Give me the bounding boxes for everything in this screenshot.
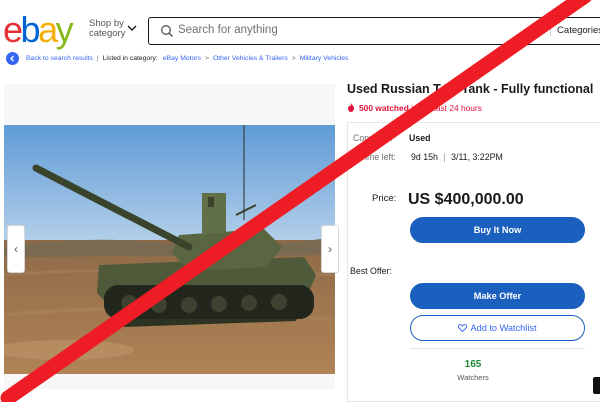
flame-icon bbox=[348, 103, 354, 112]
logo-letter-y: y bbox=[55, 9, 74, 50]
shop-by-line2: category bbox=[89, 28, 126, 39]
watchers-label: Watchers bbox=[457, 373, 489, 382]
back-arrow-icon[interactable] bbox=[6, 51, 19, 65]
time-left-label: Time left: bbox=[360, 152, 396, 162]
breadcrumb-chevron: > bbox=[291, 54, 296, 62]
condition-label: Condition: bbox=[353, 133, 393, 143]
breadcrumb-item-military-vehicles[interactable]: Military Vehicles bbox=[300, 55, 349, 62]
time-left-end: 3/11, 3:22PM bbox=[451, 152, 503, 162]
watch-count-text: 500 watched bbox=[359, 103, 409, 113]
watch-alert: 500 watched in the last 24 hours bbox=[347, 103, 482, 113]
time-left-separator: | bbox=[443, 152, 446, 162]
watch-period-text: in the last 24 hours bbox=[411, 103, 482, 113]
breadcrumb-chevron: > bbox=[204, 54, 209, 62]
logo-letter-a: a bbox=[38, 9, 58, 50]
panel-divider bbox=[410, 348, 585, 349]
time-left-value: 9d 15h | 3/11, 3:22PM bbox=[411, 152, 503, 162]
watchers-count: 165 bbox=[464, 359, 482, 370]
ebay-logo[interactable]: ebay bbox=[3, 9, 74, 50]
logo-letter-e: e bbox=[3, 9, 23, 50]
back-to-search-link[interactable]: Back to search results bbox=[26, 55, 93, 62]
time-left-duration: 9d 15h bbox=[411, 152, 438, 162]
image-gallery: ‹ › bbox=[4, 84, 339, 389]
image-next-button[interactable]: › bbox=[321, 225, 339, 273]
buy-it-now-button[interactable]: Buy It Now bbox=[410, 217, 585, 243]
condition-value: Used bbox=[409, 133, 431, 143]
logo-letter-b: b bbox=[20, 9, 41, 50]
listing-title: Used Russian T-72 Tank - Fully functiona… bbox=[347, 82, 594, 96]
breadcrumb-item-ebay-motors[interactable]: eBay Motors bbox=[163, 55, 201, 62]
add-to-watchlist-label: Add to Watchlist bbox=[470, 323, 537, 333]
price-label: Price: bbox=[372, 193, 397, 204]
price-value: US $400,000.00 bbox=[408, 191, 524, 208]
add-to-watchlist-button[interactable]: Add to Watchlist bbox=[410, 315, 585, 341]
listed-in-label: Listed in category: bbox=[102, 54, 158, 62]
search-placeholder: Search for anything bbox=[178, 24, 278, 36]
breadcrumb-separator: | bbox=[96, 54, 99, 62]
breadcrumb-item-other-vehicles[interactable]: Other Vehicles & Trailers bbox=[213, 55, 288, 62]
search-input[interactable]: Search for anything Categories bbox=[148, 17, 600, 45]
corner-edge-mark bbox=[593, 377, 600, 394]
make-offer-button[interactable]: Make Offer bbox=[410, 283, 585, 309]
search-icon bbox=[161, 25, 173, 37]
shop-by-category-button[interactable]: Shop by category bbox=[89, 19, 137, 39]
heart-icon bbox=[458, 324, 468, 332]
best-offer-label: Best Offer: bbox=[350, 266, 392, 276]
tank-photo[interactable] bbox=[4, 125, 335, 374]
image-prev-button[interactable]: ‹ bbox=[7, 225, 25, 273]
search-category-select[interactable]: Categories bbox=[550, 25, 600, 36]
chevron-down-icon bbox=[127, 25, 137, 31]
breadcrumb: Back to search results | Listed in categ… bbox=[6, 51, 348, 65]
